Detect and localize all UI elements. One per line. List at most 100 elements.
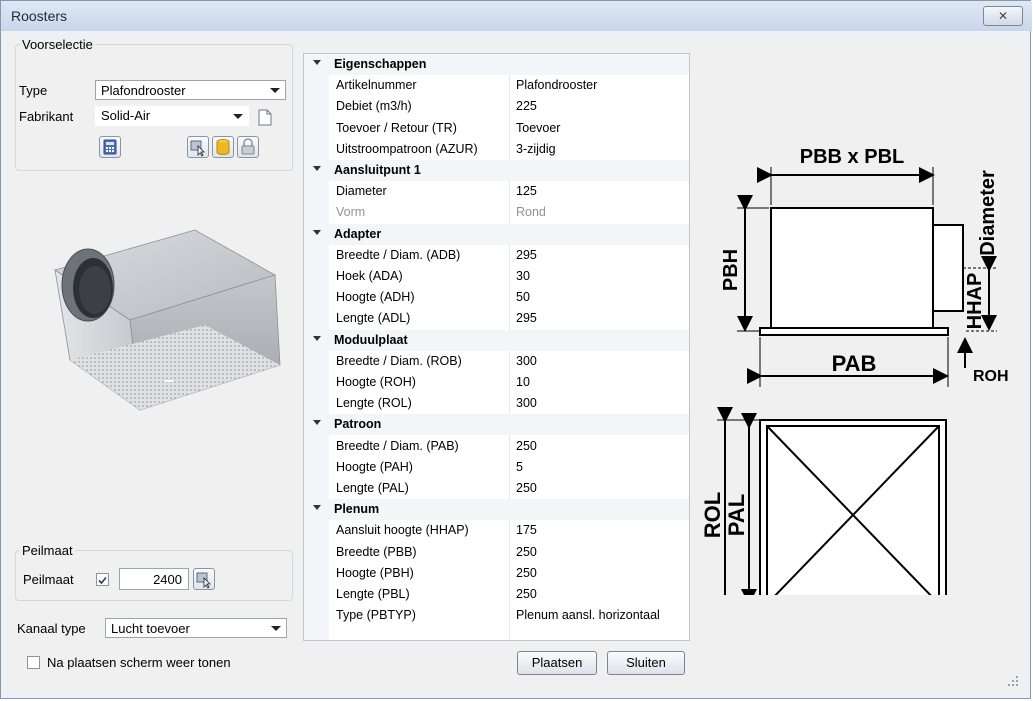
grid-property-row[interactable]: Lengte (ROL) 300: [304, 393, 689, 414]
grid-property-value[interactable]: 295: [516, 248, 537, 262]
chevron-down-icon: [270, 88, 280, 93]
chevron-down-icon: [233, 114, 243, 119]
grid-property-row[interactable]: Breedte / Diam. (ROB) 300: [304, 351, 689, 372]
grid-category-row[interactable]: Eigenschappen: [304, 54, 689, 75]
grid-property-row[interactable]: Hoogte (ROH) 10: [304, 372, 689, 393]
checkmark-icon: [98, 576, 107, 585]
grid-category-row[interactable]: Adapter: [304, 223, 689, 245]
grid-property-row[interactable]: Lengte (ADL) 295: [304, 308, 689, 329]
grid-property-value[interactable]: 300: [516, 396, 537, 410]
grid-property-row[interactable]: Breedte / Diam. (PAB) 250: [304, 436, 689, 457]
peilmaat-input[interactable]: 2400: [119, 568, 189, 590]
grid-property-row[interactable]: Lengte (PAL) 250: [304, 478, 689, 499]
grid-property-value[interactable]: 300: [516, 354, 537, 368]
select-pointer-icon: [190, 140, 205, 157]
lock-button[interactable]: [237, 136, 259, 158]
select-pointer-icon: [196, 572, 211, 589]
collapse-triangle-icon[interactable]: [313, 335, 321, 341]
type-label: Type: [19, 83, 48, 98]
grid-property-name: Aansluit hoogte (HHAP): [336, 523, 469, 538]
kanaal-type-value: Lucht toevoer: [111, 621, 190, 636]
grid-property-value[interactable]: 5: [516, 460, 523, 474]
chevron-down-icon: [271, 626, 281, 631]
collapse-triangle-icon[interactable]: [313, 420, 321, 426]
voorselectie-legend: Voorselectie: [22, 37, 93, 52]
grid-property-value[interactable]: 250: [516, 545, 537, 559]
close-button[interactable]: ✕: [983, 6, 1023, 26]
kanaal-type-combo[interactable]: Lucht toevoer: [105, 618, 287, 638]
grid-property-value[interactable]: 225: [516, 99, 537, 113]
grid-category-row[interactable]: Plenum: [304, 499, 689, 521]
property-grid[interactable]: Eigenschappen Artikelnummer Plafondrooster…: [303, 53, 690, 641]
grid-property-value[interactable]: 175: [516, 523, 537, 537]
peilmaat-checkbox[interactable]: [96, 573, 109, 586]
grid-property-row[interactable]: Vorm Rond: [304, 202, 689, 223]
grid-property-row[interactable]: Debiet (m3/h) 225: [304, 96, 689, 117]
grid-property-value[interactable]: 30: [516, 269, 530, 283]
grid-property-value[interactable]: Rond: [516, 205, 546, 219]
grid-property-value[interactable]: 250: [516, 439, 537, 453]
peilmaat-pick-button[interactable]: [193, 568, 215, 590]
grid-property-name: Vorm: [336, 205, 366, 220]
grid-property-row[interactable]: Artikelnummer Plafondrooster: [304, 75, 689, 96]
grid-property-value[interactable]: 250: [516, 481, 537, 495]
grid-property-name: Hoek (ADA): [336, 269, 403, 283]
grid-property-value[interactable]: 10: [516, 375, 530, 389]
product-image: [25, 220, 287, 470]
grid-property-row[interactable]: Hoogte (PBH) 250: [304, 563, 689, 584]
type-combo[interactable]: Plafondrooster: [95, 80, 286, 100]
grid-property-value[interactable]: 250: [516, 566, 537, 580]
grid-property-row[interactable]: Toevoer / Retour (TR) Toevoer: [304, 118, 689, 139]
hhap-label: HHAP: [964, 273, 986, 330]
na-plaatsen-label: Na plaatsen scherm weer tonen: [47, 655, 231, 670]
grid-property-name: Artikelnummer: [336, 78, 417, 93]
grid-property-row[interactable]: Hoogte (PAH) 5: [304, 457, 689, 478]
lock-icon: [241, 138, 255, 155]
database-button[interactable]: [212, 136, 234, 158]
grid-property-row[interactable]: Uitstroompatroon (AZUR) 3-zijdig: [304, 139, 689, 160]
grid-property-row[interactable]: Type (PBTYP) Plenum aansl. horizontaal: [304, 605, 689, 626]
type-value: Plafondrooster: [101, 83, 186, 98]
grid-property-value[interactable]: 295: [516, 311, 537, 325]
collapse-triangle-icon[interactable]: [313, 60, 321, 65]
fabrikant-combo[interactable]: Solid-Air: [95, 106, 249, 126]
document-icon[interactable]: [258, 109, 272, 126]
grid-property-value[interactable]: 250: [516, 587, 537, 601]
grid-property-name: Lengte (PBL): [336, 587, 410, 601]
grid-property-name: Breedte (PBB): [336, 544, 417, 559]
peilmaat-value: 2400: [153, 572, 182, 587]
grid-property-row[interactable]: Aansluit hoogte (HHAP) 175: [304, 520, 689, 541]
collapse-triangle-icon[interactable]: [313, 505, 321, 511]
peilmaat-label: Peilmaat: [23, 572, 74, 587]
grid-property-row[interactable]: Diameter 125: [304, 181, 689, 202]
pbh-label: PBH: [720, 249, 742, 291]
fabrikant-value: Solid-Air: [101, 108, 151, 123]
grid-property-row[interactable]: Hoogte (ADH) 50: [304, 287, 689, 308]
grid-property-name: Lengte (PAL): [336, 481, 409, 495]
grid-property-value[interactable]: 50: [516, 290, 530, 304]
grid-property-value[interactable]: 125: [516, 184, 537, 198]
calculator-button[interactable]: [99, 136, 121, 158]
grid-property-value[interactable]: Plenum aansl. horizontaal: [516, 608, 660, 622]
grid-property-row[interactable]: Breedte (PBB) 250: [304, 542, 689, 563]
grid-category-row[interactable]: Patroon: [304, 414, 689, 436]
grid-property-name: Lengte (ROL): [336, 396, 412, 411]
grid-category-row[interactable]: Aansluitpunt 1: [304, 160, 689, 181]
resize-grip-icon[interactable]: [1007, 675, 1019, 687]
collapse-triangle-icon[interactable]: [313, 166, 321, 171]
grid-property-name: Debiet (m3/h): [336, 99, 412, 114]
collapse-triangle-icon[interactable]: [313, 229, 321, 235]
grid-property-name: Hoogte (ROH): [336, 375, 416, 389]
grid-property-value[interactable]: Toevoer: [516, 121, 560, 135]
grid-property-row[interactable]: Lengte (PBL) 250: [304, 584, 689, 605]
grid-property-value[interactable]: 3-zijdig: [516, 142, 556, 156]
select-pointer-button[interactable]: [187, 136, 209, 158]
grid-property-row[interactable]: Hoek (ADA) 30: [304, 266, 689, 287]
plaatsen-button[interactable]: Plaatsen: [517, 651, 597, 675]
grid-property-name: Hoogte (ADH): [336, 290, 415, 305]
na-plaatsen-checkbox[interactable]: [27, 656, 40, 669]
grid-property-value[interactable]: Plafondrooster: [516, 78, 597, 92]
grid-category-row[interactable]: Moduulplaat: [304, 329, 689, 351]
sluiten-button[interactable]: Sluiten: [607, 651, 685, 675]
grid-property-row[interactable]: Breedte / Diam. (ADB) 295: [304, 245, 689, 266]
